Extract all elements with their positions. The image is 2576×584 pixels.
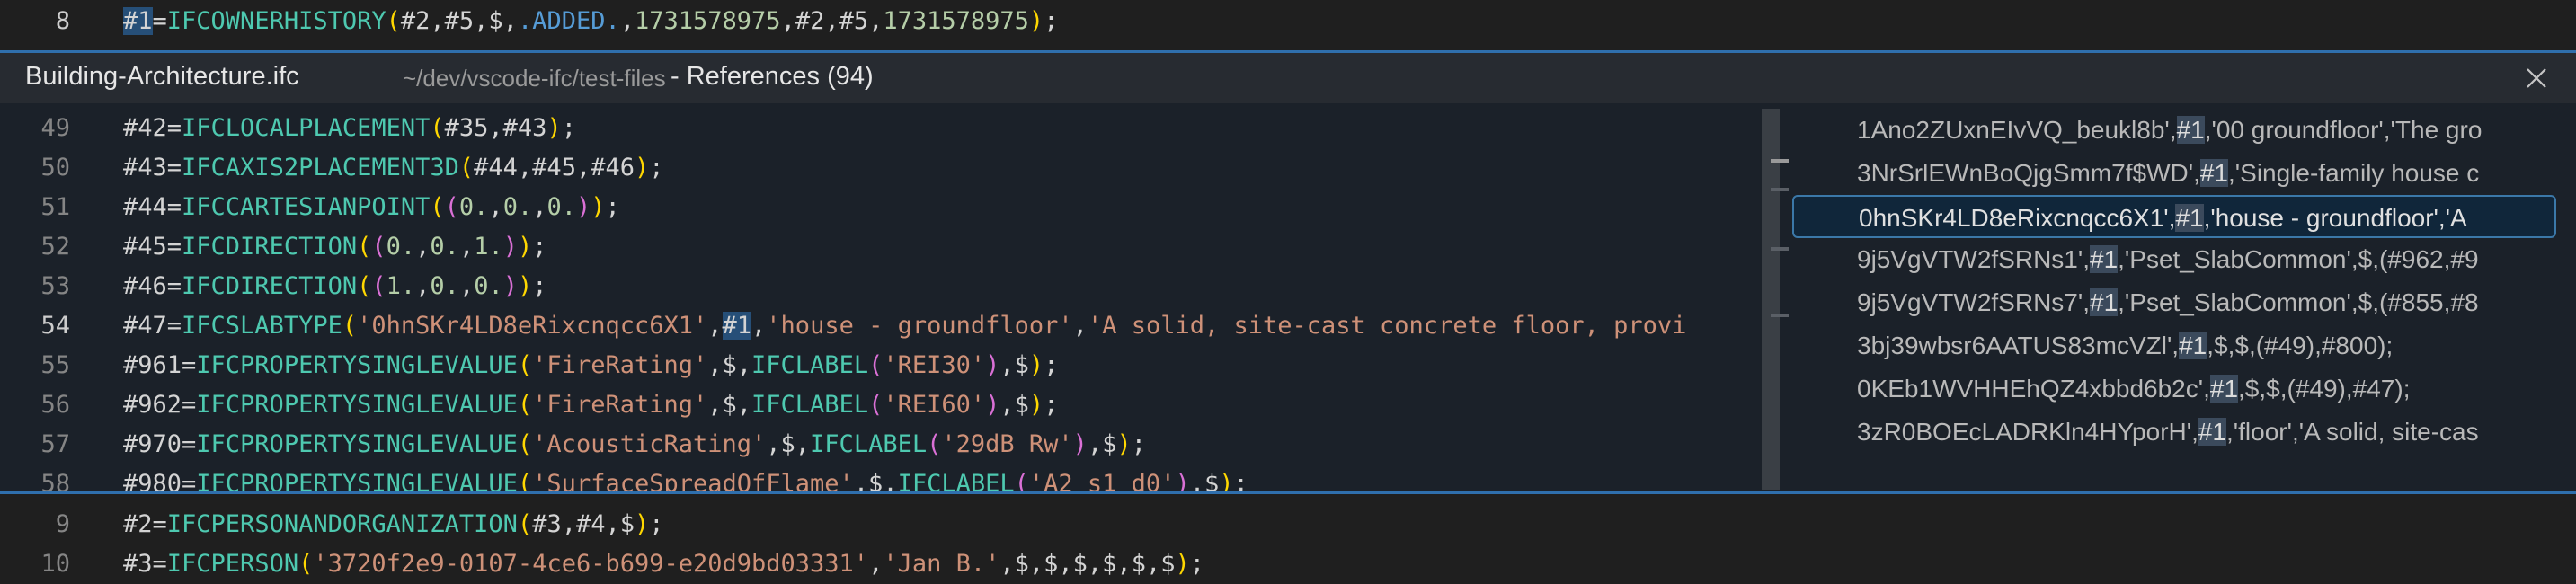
reference-match-highlight: #1: [2199, 159, 2229, 187]
code-line[interactable]: #46=IFCDIRECTION((1.,0.,0.));: [123, 267, 547, 306]
code-line[interactable]: #47=IFCSLABTYPE('0hnSKr4LD8eRixcnqcc6X1'…: [123, 306, 1686, 346]
code-line[interactable]: #980=IFCPROPERTYSINGLEVALUE('SurfaceSpre…: [123, 465, 1248, 491]
peek-editor[interactable]: 49 50 51 52 53 54 55 56 57 58 #42=IFCLOC…: [0, 103, 1789, 491]
line-number: 56: [40, 391, 70, 419]
line-number: 58: [40, 470, 70, 491]
scrollbar-marker: [1771, 247, 1790, 251]
scrollbar-marker: [1771, 188, 1790, 191]
reference-match-highlight: #1: [2176, 116, 2205, 144]
code-line[interactable]: #970=IFCPROPERTYSINGLEVALUE('AcousticRat…: [123, 425, 1146, 465]
code-line[interactable]: #42=IFCLOCALPLACEMENT(#35,#43);: [123, 109, 576, 148]
reference-match-highlight: #1: [2090, 288, 2119, 316]
line-number: 57: [40, 430, 70, 458]
reference-item[interactable]: 9j5VgVTW2fSRNs1',#1,'Pset_SlabCommon',$,…: [1789, 238, 2576, 281]
code-line[interactable]: #44=IFCCARTESIANPOINT((0.,0.,0.));: [123, 188, 620, 227]
code-line[interactable]: #43=IFCAXIS2PLACEMENT3D(#44,#45,#46);: [123, 148, 664, 188]
code-line[interactable]: #45=IFCDIRECTION((0.,0.,1.));: [123, 227, 547, 267]
peek-references-title: - References (94): [671, 62, 874, 91]
code-line[interactable]: #962=IFCPROPERTYSINGLEVALUE('FireRating'…: [123, 385, 1058, 425]
references-list[interactable]: 1Ano2ZUxnEIvVQ_beukl8b',#1,'00 groundflo…: [1789, 103, 2576, 491]
line-number: 9: [55, 510, 70, 538]
references-peek-widget: Building-Architecture.ifc ~/dev/vscode-i…: [0, 50, 2576, 494]
line-number: 55: [40, 351, 70, 379]
scrollbar-marker: [1771, 159, 1790, 163]
reference-item[interactable]: 3NrSrlEWnBoQjgSmm7f$WD',#1,'Single-famil…: [1789, 152, 2576, 195]
line-number: 52: [40, 233, 70, 261]
reference-match-highlight: #1: [2209, 375, 2239, 403]
code-line[interactable]: #1=IFCOWNERHISTORY(#2,#5,$,.ADDED.,17315…: [123, 2, 1058, 41]
peek-editor-scrollbar[interactable]: [1762, 109, 1780, 490]
reference-item[interactable]: 3zR0BOEcLADRKln4HYporH',#1,'floor','A so…: [1789, 411, 2576, 454]
reference-item[interactable]: 9j5VgVTW2fSRNs7',#1,'Pset_SlabCommon',$,…: [1789, 281, 2576, 324]
line-number: 10: [40, 550, 70, 578]
reference-item-selected[interactable]: 0hnSKr4LD8eRixcnqcc6X1',#1,'house - grou…: [1792, 195, 2556, 238]
reference-match-highlight: #1: [2198, 418, 2227, 446]
peek-file-path: ~/dev/vscode-ifc/test-files: [403, 65, 666, 92]
peek-header: Building-Architecture.ifc ~/dev/vscode-i…: [0, 53, 2576, 103]
reference-match-highlight: #1: [2179, 332, 2207, 359]
line-number: 49: [40, 114, 70, 142]
line-number: 51: [40, 193, 70, 221]
reference-item[interactable]: 3bj39wbsr6AATUS83mcVZl',#1,$,$,(#49),#80…: [1789, 324, 2576, 367]
line-number: 53: [40, 272, 70, 300]
code-line[interactable]: #961=IFCPROPERTYSINGLEVALUE('FireRating'…: [123, 346, 1058, 385]
scrollbar-marker: [1771, 314, 1790, 317]
line-number: 50: [40, 154, 70, 181]
line-number: 54: [40, 312, 70, 340]
close-icon[interactable]: [2524, 66, 2549, 91]
code-line[interactable]: #3=IFCPERSON('3720f2e9-0107-4ce6-b699-e2…: [123, 544, 1204, 584]
peek-file-name[interactable]: Building-Architecture.ifc: [25, 62, 299, 92]
line-number: 8: [55, 7, 70, 35]
code-line[interactable]: #2=IFCPERSONANDORGANIZATION(#3,#4,$);: [123, 505, 664, 544]
reference-item[interactable]: 0KEb1WVHHEhQZ4xbbd6b2c',#1,$,$,(#49),#47…: [1789, 367, 2576, 411]
editor-bottom-lines: 9 #2=IFCPERSONANDORGANIZATION(#3,#4,$); …: [0, 494, 2576, 584]
reference-item[interactable]: 1Ano2ZUxnEIvVQ_beukl8b',#1,'00 groundflo…: [1789, 109, 2576, 152]
reference-match-highlight: #1: [2175, 204, 2204, 232]
editor-line-8[interactable]: 8 #1=IFCOWNERHISTORY(#2,#5,$,.ADDED.,173…: [0, 0, 2576, 43]
reference-match-highlight: #1: [2090, 245, 2119, 273]
